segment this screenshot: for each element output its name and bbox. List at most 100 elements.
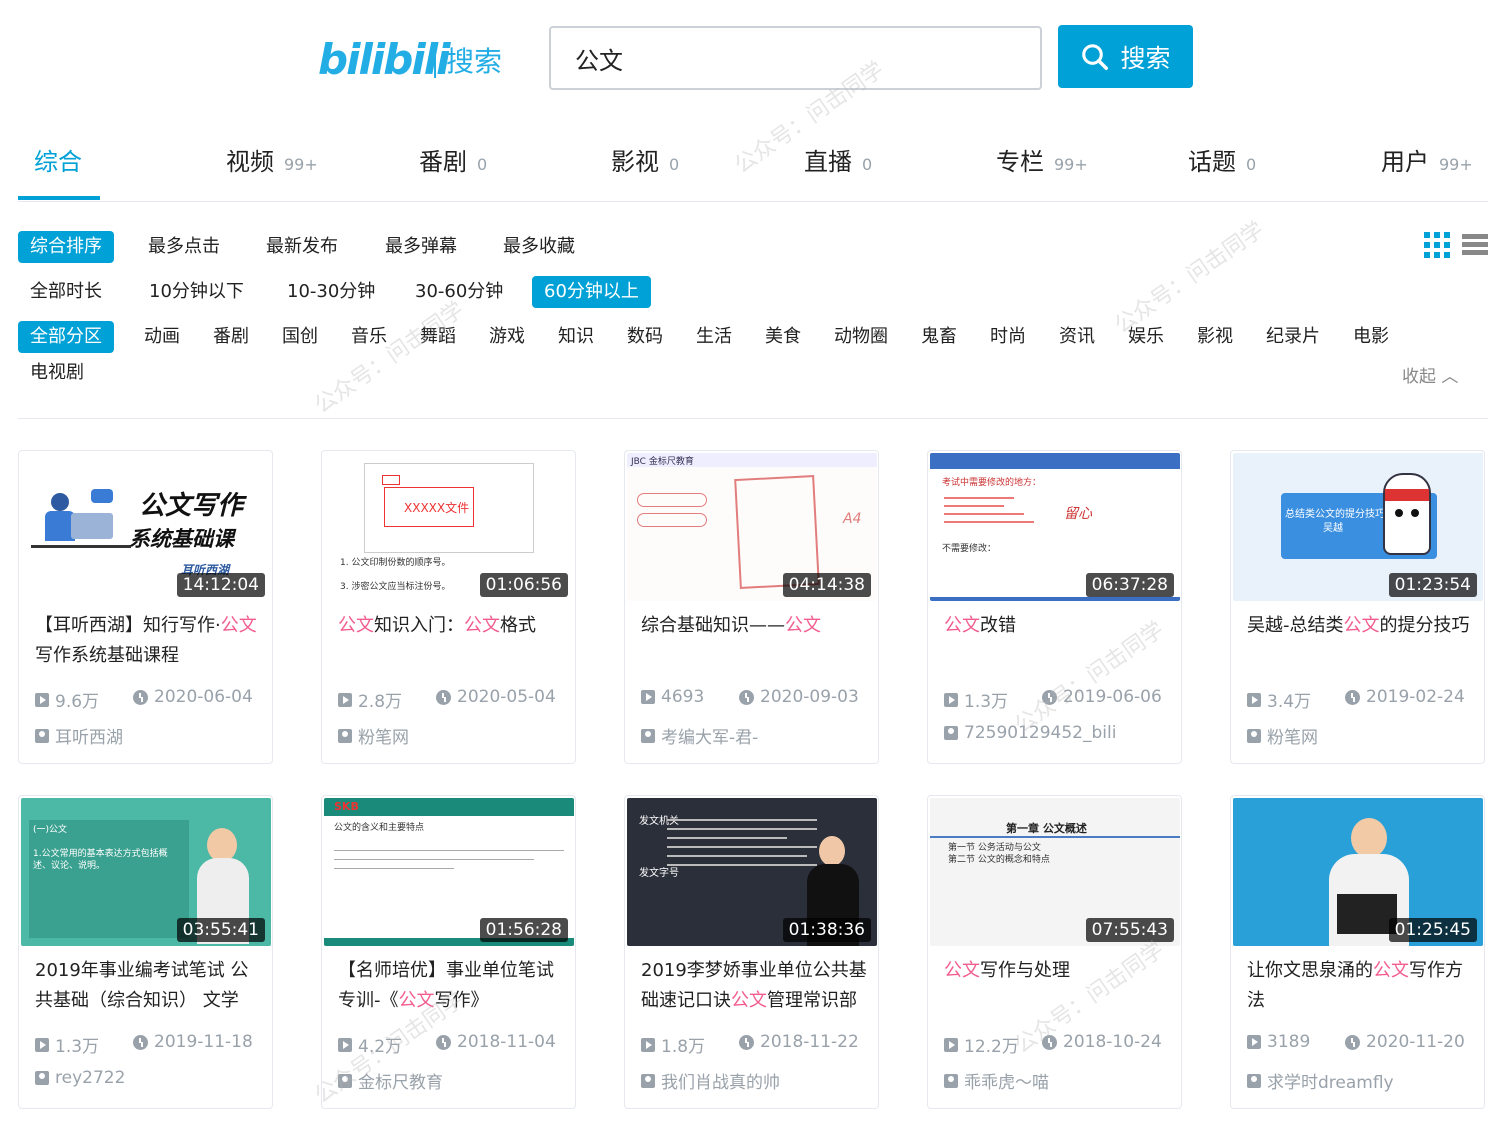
uploader-icon bbox=[338, 1073, 352, 1088]
zone-item[interactable]: 音乐 bbox=[339, 321, 399, 353]
video-thumbnail[interactable]: 发文机关 发文字号 01:38:36 bbox=[627, 798, 877, 946]
zone-item[interactable]: 纪录片 bbox=[1254, 321, 1332, 353]
uploader[interactable]: 考编大军-君- bbox=[641, 723, 758, 748]
zone-item[interactable]: 生活 bbox=[684, 321, 744, 353]
zone-item[interactable]: 动物圈 bbox=[822, 321, 900, 353]
video-card[interactable]: 01:25:45 让你文思泉涌的公文写作方法 3189 2020-11-20 求… bbox=[1230, 795, 1485, 1109]
video-title[interactable]: 让你文思泉涌的公文写作方法 bbox=[1247, 956, 1475, 1018]
video-thumbnail[interactable]: 第一章 公文概述 第一节 公务活动与公文 第二节 公文的概念和特点 07:55:… bbox=[930, 798, 1180, 946]
video-card[interactable]: (一)公文 1.公文常用的基本表达方式包括概述、议论、说明。 03:55:41 … bbox=[18, 795, 273, 1109]
video-card[interactable]: 第一章 公文概述 第一节 公务活动与公文 第二节 公文的概念和特点 07:55:… bbox=[927, 795, 1182, 1109]
video-thumbnail[interactable]: 01:25:45 bbox=[1233, 798, 1483, 946]
video-title[interactable]: 【耳听西湖】知行写作·公文写作系统基础课程 bbox=[35, 611, 263, 673]
zone-item[interactable]: 动画 bbox=[132, 321, 192, 353]
video-card[interactable]: 总结类公文的提分技巧 吴越 01:23:54 吴越-总结类公文的提分技巧 3.4… bbox=[1230, 450, 1485, 764]
video-thumbnail[interactable]: SKB 公文的含义和主要特点 01:56:28 bbox=[324, 798, 574, 946]
video-card[interactable]: XXXXX文件 1. 公文印制份数的顺序号。 3. 涉密公文应当标注份号。 01… bbox=[321, 450, 576, 764]
uploader-icon bbox=[944, 726, 958, 740]
uploader-icon bbox=[1247, 728, 1261, 743]
duration-under-10[interactable]: 10分钟以下 bbox=[137, 276, 256, 308]
video-thumbnail[interactable]: (一)公文 1.公文常用的基本表达方式包括概述、议论、说明。 03:55:41 bbox=[21, 798, 271, 946]
sort-filter: 综合排序 最多点击 最新发布 最多弹幕 最多收藏 bbox=[18, 231, 1488, 263]
zone-item[interactable]: 电影 bbox=[1341, 321, 1401, 353]
sort-danmaku[interactable]: 最多弹幕 bbox=[373, 231, 469, 263]
zone-item[interactable]: 美食 bbox=[753, 321, 813, 353]
search-input[interactable] bbox=[551, 28, 1040, 88]
video-title[interactable]: 2019年事业编考试笔试 公共基础（综合知识） 文学 bbox=[35, 956, 263, 1018]
video-title[interactable]: 综合基础知识——公文 bbox=[641, 611, 869, 673]
video-card[interactable]: JBC 金标尺教育 A4 04:14:38 综合基础知识——公文 4693 20… bbox=[624, 450, 879, 764]
video-thumbnail[interactable]: 公文写作 系统基础课 耳听西湖 14:12:04 bbox=[21, 453, 271, 601]
search-button[interactable]: 搜索 bbox=[1058, 25, 1193, 88]
tab-article[interactable]: 专栏 99+ bbox=[996, 142, 1088, 177]
list-view-icon[interactable] bbox=[1462, 232, 1488, 258]
uploader[interactable]: 我们肖战真的帅 bbox=[641, 1068, 780, 1093]
tab-video[interactable]: 视频 99+ bbox=[226, 142, 318, 177]
duration-10-30[interactable]: 10-30分钟 bbox=[275, 276, 387, 308]
video-card[interactable]: 公文写作 系统基础课 耳听西湖 14:12:04 【耳听西湖】知行写作·公文写作… bbox=[18, 450, 273, 764]
sort-favorites[interactable]: 最多收藏 bbox=[491, 231, 587, 263]
uploader[interactable]: 粉笔网 bbox=[1247, 723, 1318, 748]
duration-all[interactable]: 全部时长 bbox=[18, 276, 114, 308]
collapse-button[interactable]: 收起 ︿ bbox=[1402, 362, 1458, 387]
video-title[interactable]: 公文改错 bbox=[944, 611, 1172, 673]
tab-count: 99+ bbox=[1054, 155, 1088, 174]
uploader[interactable]: 金标尺教育 bbox=[338, 1068, 443, 1093]
clock-icon bbox=[1345, 689, 1360, 705]
video-thumbnail[interactable]: XXXXX文件 1. 公文印制份数的顺序号。 3. 涉密公文应当标注份号。 01… bbox=[324, 453, 574, 601]
video-title[interactable]: 公文写作与处理 bbox=[944, 956, 1172, 1018]
tab-topic[interactable]: 话题 0 bbox=[1188, 142, 1256, 177]
zone-item[interactable]: 娱乐 bbox=[1116, 321, 1176, 353]
clock-icon bbox=[133, 1034, 148, 1050]
zone-item[interactable]: 数码 bbox=[615, 321, 675, 353]
video-thumbnail[interactable]: JBC 金标尺教育 A4 04:14:38 bbox=[627, 453, 877, 601]
uploader[interactable]: 粉笔网 bbox=[338, 723, 409, 748]
duration-over-60[interactable]: 60分钟以上 bbox=[532, 276, 651, 308]
video-card[interactable]: 考试中需要修改的地方： 留心 不需要修改： 06:37:28 公文改错 1.3万… bbox=[927, 450, 1182, 764]
tab-user[interactable]: 用户 99+ bbox=[1381, 142, 1473, 177]
uploader[interactable]: 求学时dreamfly bbox=[1247, 1068, 1394, 1093]
video-thumbnail[interactable]: 总结类公文的提分技巧 吴越 01:23:54 bbox=[1233, 453, 1483, 601]
video-thumbnail[interactable]: 考试中需要修改的地方： 留心 不需要修改： 06:37:28 bbox=[930, 453, 1180, 601]
slide-footer bbox=[930, 597, 1180, 601]
duration-30-60[interactable]: 30-60分钟 bbox=[403, 276, 515, 308]
uploader[interactable]: 72590129452_bili bbox=[944, 723, 1116, 743]
logo-sub: 搜索 bbox=[446, 45, 503, 78]
sort-clicks[interactable]: 最多点击 bbox=[136, 231, 232, 263]
video-card[interactable]: SKB 公文的含义和主要特点 01:56:28 【名师培优】事业单位笔试专训-《… bbox=[321, 795, 576, 1109]
video-card[interactable]: 发文机关 发文字号 01:38:36 2019李梦娇事业单位公共基础速记口诀公文… bbox=[624, 795, 879, 1109]
duration-badge: 07:55:43 bbox=[1085, 918, 1174, 942]
video-title[interactable]: 2019李梦娇事业单位公共基础速记口诀公文管理常识部 bbox=[641, 956, 869, 1018]
search-icon bbox=[1082, 43, 1109, 70]
zone-item[interactable]: 舞蹈 bbox=[408, 321, 468, 353]
grid-view-icon[interactable] bbox=[1424, 232, 1450, 258]
view-count: 9.6万 bbox=[35, 687, 99, 712]
video-title[interactable]: 【名师培优】事业单位笔试专训-《公文写作》 bbox=[338, 956, 566, 1018]
tab-label: 综合 bbox=[34, 148, 82, 176]
zone-item[interactable]: 时尚 bbox=[978, 321, 1038, 353]
zone-item[interactable]: 影视 bbox=[1185, 321, 1245, 353]
zone-item[interactable]: 知识 bbox=[546, 321, 606, 353]
uploader[interactable]: 乖乖虎～喵 bbox=[944, 1068, 1049, 1093]
bilibili-logo[interactable]: bilibili 搜索 bbox=[318, 36, 508, 86]
zone-item[interactable]: 番剧 bbox=[201, 321, 261, 353]
tab-label: 直播 bbox=[804, 148, 852, 176]
video-title[interactable]: 吴越-总结类公文的提分技巧 bbox=[1247, 611, 1475, 673]
tab-bangumi[interactable]: 番剧 0 bbox=[419, 142, 487, 177]
zone-item[interactable]: 国创 bbox=[270, 321, 330, 353]
doc-mark bbox=[382, 475, 400, 485]
view-count: 4.2万 bbox=[338, 1032, 402, 1057]
zone-all[interactable]: 全部分区 bbox=[18, 321, 114, 353]
uploader[interactable]: rey2722 bbox=[35, 1068, 125, 1088]
tab-movie[interactable]: 影视 0 bbox=[611, 142, 679, 177]
sort-default[interactable]: 综合排序 bbox=[18, 231, 114, 263]
zone-item[interactable]: 鬼畜 bbox=[909, 321, 969, 353]
tab-all[interactable]: 综合 bbox=[34, 142, 82, 177]
sort-newest[interactable]: 最新发布 bbox=[254, 231, 350, 263]
zone-item[interactable]: 资讯 bbox=[1047, 321, 1107, 353]
zone-item[interactable]: 电视剧 bbox=[18, 357, 96, 389]
video-title[interactable]: 公文知识入门：公文格式 bbox=[338, 611, 566, 673]
zone-item[interactable]: 游戏 bbox=[477, 321, 537, 353]
uploader[interactable]: 耳听西湖 bbox=[35, 723, 123, 748]
tab-live[interactable]: 直播 0 bbox=[804, 142, 872, 177]
